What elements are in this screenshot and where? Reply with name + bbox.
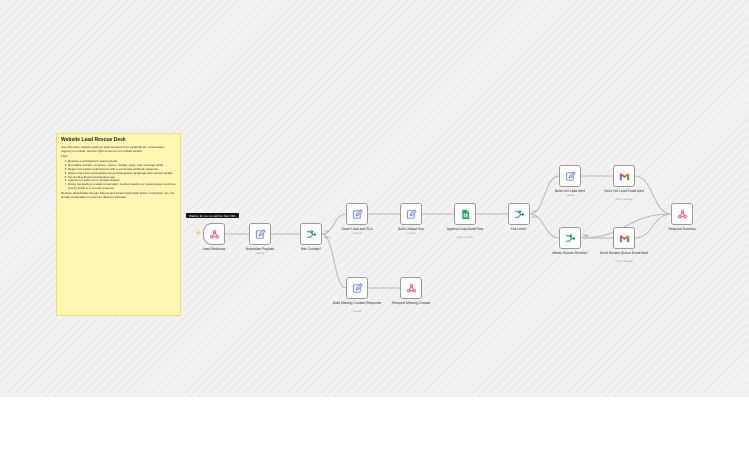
node-label: Has Contact?: [300, 247, 322, 251]
node-box[interactable]: [559, 165, 581, 187]
node-subtitle: append: sheet: [456, 235, 474, 239]
node-box[interactable]: [454, 203, 476, 225]
node-box[interactable]: [559, 227, 581, 249]
node-label: Respond Missing Contact: [391, 301, 431, 305]
node-box[interactable]: [613, 165, 635, 187]
pencil-icon: [255, 228, 266, 239]
webhook-icon: [677, 209, 687, 218]
branch-label: false: [583, 233, 590, 237]
node-label: Build Hot Lead Alert: [555, 189, 585, 193]
if-branch-icon: [565, 233, 575, 242]
node-lead-webhook[interactable]: ⚡ Lead Webhook: [195, 223, 225, 251]
node-box[interactable]: [613, 227, 635, 249]
branch-label: true: [324, 229, 330, 233]
node-subtitle: send: message: [615, 197, 633, 201]
node-box[interactable]: [203, 223, 225, 245]
sticky-note-footer: Replace placeholder Google Sheets and Gm…: [61, 191, 175, 200]
sticky-note-steps: Receive a website/form lead payload. Nor…: [61, 160, 176, 190]
node-subtitle: manual: [565, 193, 575, 197]
node-label: Needs Human Review?: [552, 251, 588, 255]
node-label: Build Missing Contact Response: [332, 301, 382, 305]
if-branch-icon: [514, 209, 524, 218]
workflow-canvas[interactable]: Website Lead Rescue Desk Use this when w…: [0, 0, 749, 397]
node-label: Append Lead Audit Row: [446, 227, 484, 231]
node-respond-missing-contact[interactable]: Respond Missing Contact: [392, 277, 430, 305]
gmail-icon: [619, 234, 629, 242]
node-box[interactable]: [300, 223, 322, 245]
sticky-note-intro: Use this when website leads go stale bec…: [61, 145, 165, 153]
node-label: Respond Success: [668, 227, 696, 231]
branch-label: false: [324, 235, 331, 239]
node-label: Hot Lead?: [511, 227, 527, 231]
node-label: Normalize Payload: [245, 247, 275, 251]
node-hot-lead[interactable]: Hot Lead?: [508, 203, 530, 231]
node-label: Build Unique Key: [397, 227, 424, 231]
node-label: Send Review Queue Email Alert: [599, 251, 649, 255]
connection-send-review-email-to-respond-success[interactable]: [634, 213, 672, 239]
node-box[interactable]: [508, 203, 530, 225]
gmail-icon: [619, 172, 629, 180]
node-box[interactable]: [346, 277, 368, 299]
pencil-icon: [565, 170, 576, 181]
node-label: Score Lead and SLA: [341, 227, 373, 231]
node-box[interactable]: [400, 277, 422, 299]
node-box[interactable]: [671, 203, 693, 225]
sticky-note-title: Website Lead Rescue Desk: [61, 137, 126, 143]
sticky-note[interactable]: Website Lead Rescue Desk Use this when w…: [56, 133, 181, 316]
node-subtitle: manual: [406, 231, 416, 235]
node-subtitle: send: message: [615, 259, 633, 263]
branch-label: true: [532, 209, 538, 213]
test-url-tooltip: Waiting for you to call the Test URL: [186, 213, 239, 218]
node-normalize-payload[interactable]: Normalize Payload manual: [246, 223, 274, 255]
node-append-audit-row[interactable]: Append Lead Audit Row append: sheet: [447, 203, 483, 239]
node-send-review-email[interactable]: Send Review Queue Email Alert send: messa…: [600, 227, 648, 263]
if-branch-icon: [306, 229, 316, 238]
node-send-hot-email[interactable]: Send Hot Lead Email Alert send: message: [604, 165, 644, 201]
google-sheets-icon: [461, 209, 469, 219]
pencil-icon: [406, 208, 417, 219]
node-label: Send Hot Lead Email Alert: [604, 189, 644, 193]
node-box[interactable]: [400, 203, 422, 225]
node-score-lead-sla[interactable]: Score Lead and SLA manual: [341, 203, 373, 235]
pencil-icon: [352, 282, 363, 293]
sticky-note-flow-heading: Flow: [61, 154, 68, 159]
node-box[interactable]: [249, 223, 271, 245]
node-subtitle: manual: [255, 251, 265, 255]
node-build-hot-alert[interactable]: Build Hot Lead Alert manual: [555, 165, 585, 197]
branch-label: false: [532, 215, 539, 219]
pencil-icon: [352, 208, 363, 219]
webhook-icon: [209, 229, 219, 238]
node-box[interactable]: [346, 203, 368, 225]
node-build-unique-key[interactable]: Build Unique Key manual: [398, 203, 424, 235]
node-subtitle: manual: [352, 309, 362, 313]
node-subtitle: manual: [352, 231, 362, 235]
connection-has-contact-to-build-missing-contact[interactable]: [321, 233, 347, 289]
connection-send-hot-email-to-respond-success[interactable]: [634, 175, 672, 215]
lightning-icon: ⚡: [195, 230, 202, 236]
node-needs-review[interactable]: Needs Human Review?: [552, 227, 588, 255]
node-respond-success[interactable]: Respond Success: [668, 203, 696, 231]
node-has-contact[interactable]: Has Contact?: [300, 223, 322, 251]
webhook-icon: [406, 283, 416, 292]
node-build-missing-contact[interactable]: Build Missing Contact Response manual: [333, 277, 381, 313]
sticky-note-step: Route hot leads to a sales Gmail alert; …: [68, 182, 176, 191]
